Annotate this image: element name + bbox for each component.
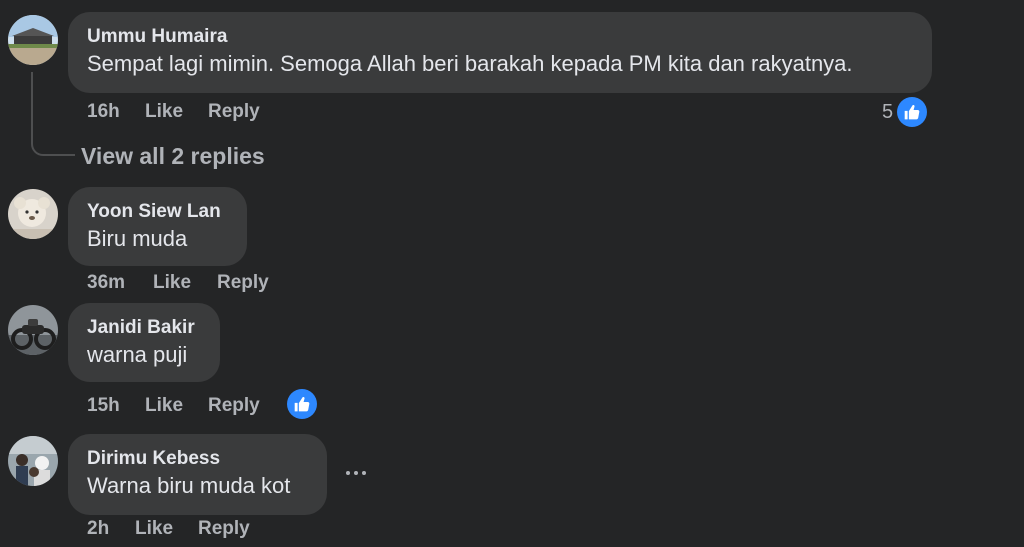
reply-thread-line — [31, 72, 75, 156]
reaction-count[interactable]: 5 — [882, 101, 893, 123]
comment-time[interactable]: 2h — [87, 518, 109, 540]
comment-bubble: Yoon Siew Lan Biru muda — [68, 187, 247, 266]
comment-text: warna puji — [87, 342, 188, 367]
avatar-ummu-humaira[interactable] — [8, 15, 58, 65]
comment-bubble: Ummu Humaira Sempat lagi mimin. Semoga A… — [68, 12, 932, 93]
comment-author[interactable]: Ummu Humaira — [87, 25, 913, 49]
avatar-yoon-siew-lan[interactable] — [8, 189, 58, 239]
comment-time[interactable]: 16h — [87, 101, 120, 123]
comments-section: Ummu Humaira Sempat lagi mimin. Semoga A… — [0, 0, 1024, 547]
like-button[interactable]: Like — [145, 395, 183, 417]
comment-author[interactable]: Dirimu Kebess — [87, 447, 308, 471]
more-horizontal-icon[interactable] — [338, 458, 374, 488]
reply-button[interactable]: Reply — [208, 395, 260, 417]
comment-text: Warna biru muda kot — [87, 473, 291, 498]
comment-time[interactable]: 36m — [87, 272, 125, 294]
reply-button[interactable]: Reply — [217, 272, 269, 294]
like-button[interactable]: Like — [145, 101, 183, 123]
comment-bubble: Dirimu Kebess Warna biru muda kot — [68, 434, 327, 515]
view-replies-link[interactable]: View all 2 replies — [81, 143, 265, 169]
thumbs-up-icon[interactable] — [287, 389, 317, 419]
reply-button[interactable]: Reply — [198, 518, 250, 540]
like-button[interactable]: Like — [153, 272, 191, 294]
comment-bubble: Janidi Bakir warna puji — [68, 303, 220, 382]
comment-time[interactable]: 15h — [87, 395, 120, 417]
comment-text: Biru muda — [87, 226, 188, 251]
reply-button[interactable]: Reply — [208, 101, 260, 123]
comment-text: Sempat lagi mimin. Semoga Allah beri bar… — [87, 51, 853, 76]
comment-author[interactable]: Janidi Bakir — [87, 316, 201, 340]
thumbs-up-icon[interactable] — [897, 97, 927, 127]
avatar-dirimu-kebess[interactable] — [8, 436, 58, 486]
comment-author[interactable]: Yoon Siew Lan — [87, 200, 228, 224]
like-button[interactable]: Like — [135, 518, 173, 540]
avatar-janidi-bakir[interactable] — [8, 305, 58, 355]
